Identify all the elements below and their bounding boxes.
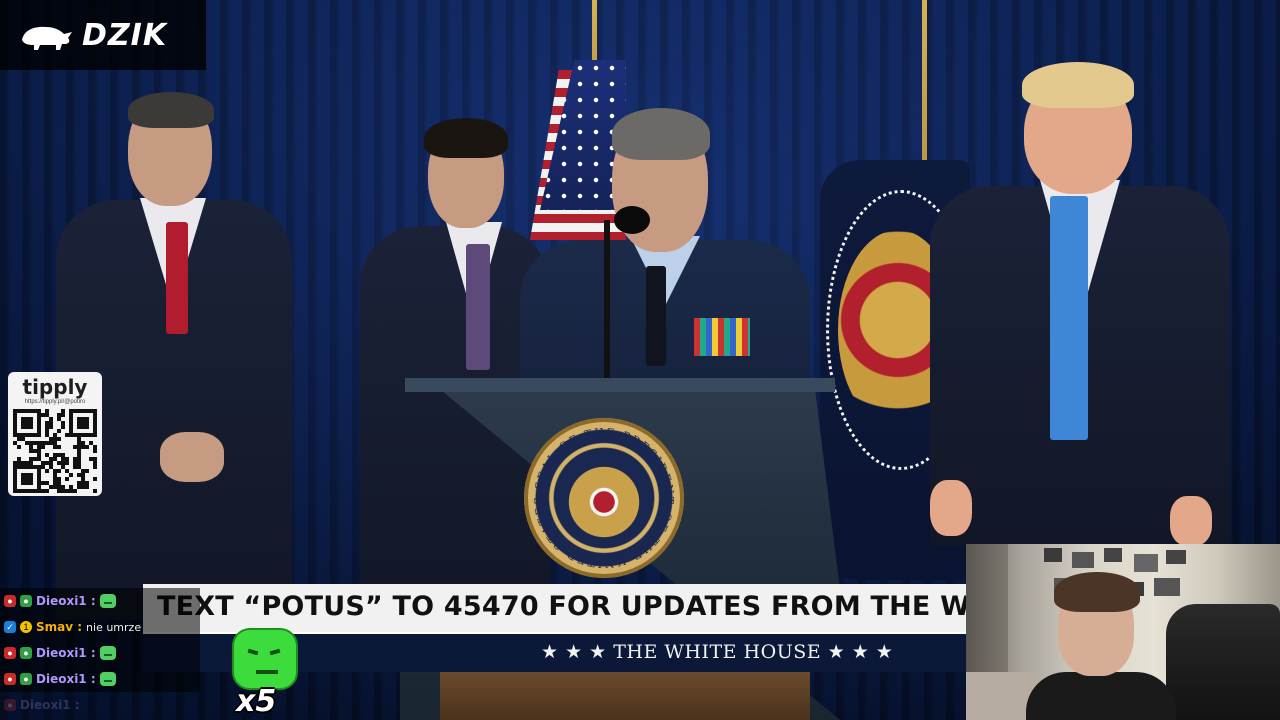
chat-username: Dieoxi1 : [36,594,96,608]
chat-message: ● ● Dieoxi1 : [0,666,200,692]
subscriber-badge-icon: ● [20,595,32,607]
channel-logo: DZIK [0,0,206,70]
bits-badge-icon: 1 [20,621,32,633]
tipply-widget[interactable]: tipply https://tipply.pl/@potiro [8,372,102,496]
microphone-icon [604,220,610,380]
emote-icon [99,672,116,686]
channel-logo-text: DZIK [82,17,168,53]
tipply-brand: tipply [22,375,88,399]
emote-icon [99,594,116,608]
chat-text: nie umrze [86,620,142,634]
boar-icon [22,26,72,50]
emote-icon [99,646,116,660]
ribbons-icon [694,318,750,356]
svg-text:SEAL OF THE PRESIDENT OF THE U: SEAL OF THE PRESIDENT OF THE UNITED STAT… [532,426,676,570]
chat-message: ● Dieoxi1 : [0,692,200,718]
chat-message: ● ● Dieoxi1 : [0,588,200,614]
chat-username: Dieoxi1 : [36,672,96,686]
ticker-text: TEXT “POTUS” TO 45470 FOR UPDATES FROM T… [157,591,966,622]
banner-text: ★ ★ ★ THE WHITE HOUSE ★ ★ ★ [541,641,894,663]
combo-emote-icon [232,628,298,690]
news-ticker: TEXT “POTUS” TO 45470 FOR UPDATES FROM T… [143,584,966,632]
seal-text: SEAL OF THE PRESIDENT OF THE UNITED STAT… [532,426,676,570]
gaming-chair [1166,604,1280,720]
podium-base [440,672,810,720]
seal-text-path: SEAL OF THE PRESIDENT OF THE UNITED STAT… [532,426,674,570]
moderator-badge-icon: ● [4,595,16,607]
podium-top [405,378,835,392]
chat-message: ✓ 1 Smav : nie umrze [0,614,200,640]
emote-combo: x5 [230,628,300,719]
verified-badge-icon: ✓ [4,621,16,633]
moderator-badge-icon: ● [4,673,16,685]
chat-message: ● ● Dieoxi1 : [0,640,200,666]
combo-count: x5 [236,684,277,719]
chat-username: Smav : [36,620,83,634]
qr-code [13,409,97,493]
streamer-webcam [966,544,1280,720]
subscriber-badge-icon: ● [20,647,32,659]
chat-username: Dieoxi1 : [20,698,80,712]
chat-overlay: ● ● Dieoxi1 : ✓ 1 Smav : nie umrze ● ● D… [0,588,200,718]
tipply-url: https://tipply.pl/@potiro [24,399,86,405]
chat-username: Dieoxi1 : [36,646,96,660]
moderator-badge-icon: ● [4,699,16,711]
moderator-badge-icon: ● [4,647,16,659]
subscriber-badge-icon: ● [20,673,32,685]
